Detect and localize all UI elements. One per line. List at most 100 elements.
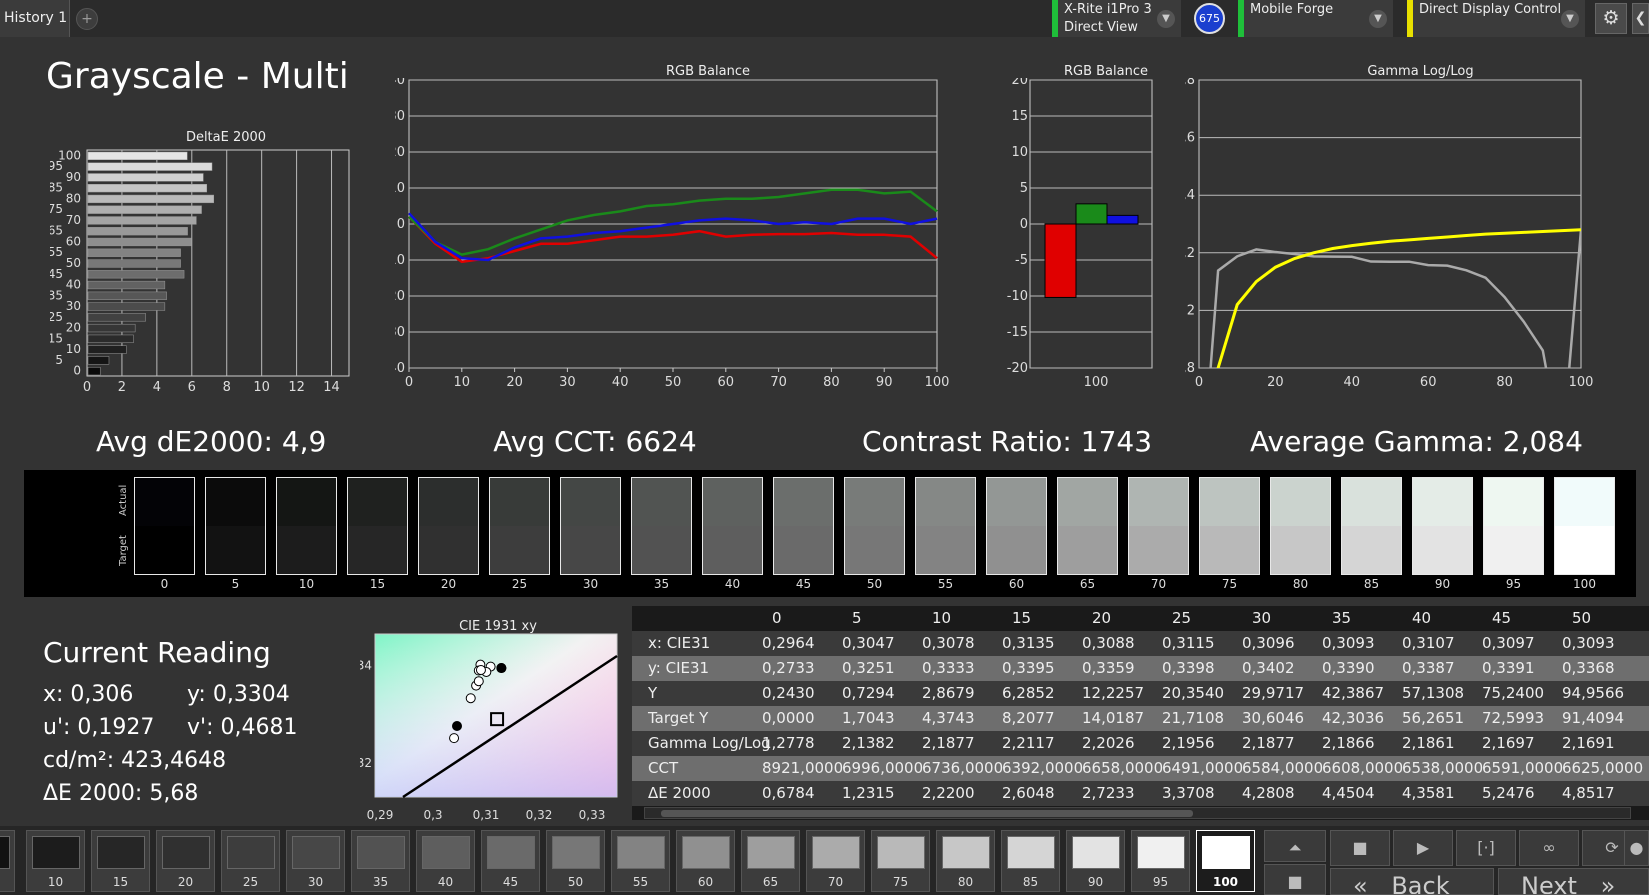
patch-80[interactable]: 80	[936, 830, 995, 892]
swatch-95[interactable]	[1483, 477, 1544, 575]
table-cell: 2,8679	[922, 684, 975, 702]
swatch-75[interactable]	[1199, 477, 1260, 575]
column-header[interactable]: 30	[1252, 606, 1271, 631]
swatch-55[interactable]	[915, 477, 976, 575]
scroll-up-button[interactable]: ⏶	[1264, 830, 1326, 862]
table-cell: 4,3581	[1402, 784, 1455, 802]
stop-button[interactable]: ■	[1330, 830, 1390, 866]
loop-button[interactable]: ∞	[1519, 830, 1579, 866]
column-header[interactable]: 45	[1492, 606, 1511, 631]
patch-label: 40	[437, 875, 454, 889]
patch-60[interactable]: 60	[676, 830, 735, 892]
x-tick-label: 0,29	[367, 808, 394, 822]
pattern-generator-selector[interactable]: Mobile Forge ▼	[1238, 0, 1393, 37]
swatch-85[interactable]	[1341, 477, 1402, 575]
column-header[interactable]: 5	[852, 606, 862, 631]
patch-65[interactable]: 65	[741, 830, 800, 892]
patch-50[interactable]: 50	[546, 830, 605, 892]
tab-history-1[interactable]: History 1	[0, 0, 70, 37]
gear-icon[interactable]: ⚙	[1595, 3, 1627, 34]
meter-badge[interactable]: 675	[1194, 3, 1225, 34]
patch-10[interactable]: 10	[26, 830, 85, 892]
rgb-bar-1	[1075, 203, 1108, 225]
patch-chip	[942, 836, 990, 869]
patch-55[interactable]: 55	[611, 830, 670, 892]
table-cell: 4,4504	[1322, 784, 1375, 802]
patch-45[interactable]: 45	[481, 830, 540, 892]
swatch-90[interactable]	[1412, 477, 1473, 575]
column-header[interactable]: 15	[1012, 606, 1031, 631]
patch-30[interactable]: 30	[286, 830, 345, 892]
swatch-15[interactable]	[347, 477, 408, 575]
patch-chip	[422, 836, 470, 869]
meter-selector[interactable]: X-Rite i1Pro 3 Direct View ▼	[1052, 0, 1181, 37]
column-header[interactable]: 50	[1572, 606, 1591, 631]
patch-5[interactable]	[0, 830, 15, 892]
patch-15[interactable]: 15	[91, 830, 150, 892]
patch-40[interactable]: 40	[416, 830, 475, 892]
row-label: Target Y	[648, 709, 709, 727]
swatch-80[interactable]	[1270, 477, 1331, 575]
patch-chip	[162, 836, 210, 869]
table-horizontal-scrollbar[interactable]	[644, 807, 1631, 819]
column-header[interactable]: 25	[1172, 606, 1191, 631]
swatch-40[interactable]	[702, 477, 763, 575]
next-button[interactable]: Next »	[1498, 868, 1649, 895]
patch-90[interactable]: 90	[1066, 830, 1125, 892]
chevron-down-icon[interactable]: ▼	[1369, 10, 1387, 28]
chevron-down-icon[interactable]: ▼	[1561, 10, 1579, 28]
swatch-65[interactable]	[1057, 477, 1118, 575]
table-cell: 4,2808	[1242, 784, 1295, 802]
table-cell: 30,6046	[1242, 709, 1305, 727]
table-cell: 2,2117	[1002, 734, 1055, 752]
patch-label: 75	[892, 875, 909, 889]
add-tab-button[interactable]: +	[76, 8, 98, 30]
chevron-down-icon[interactable]: ▼	[1157, 10, 1175, 28]
column-header[interactable]: 0	[772, 606, 782, 631]
patch-70[interactable]: 70	[806, 830, 865, 892]
patch-75[interactable]: 75	[871, 830, 930, 892]
patch-chip	[617, 836, 665, 869]
patch-35[interactable]: 35	[351, 830, 410, 892]
swatch-20[interactable]	[418, 477, 479, 575]
column-header[interactable]: 35	[1332, 606, 1351, 631]
column-header[interactable]: 20	[1092, 606, 1111, 631]
swatch-100[interactable]	[1554, 477, 1615, 575]
step-button[interactable]: [·]	[1456, 830, 1516, 866]
record-button[interactable]: ●	[1624, 830, 1649, 866]
swatch-10[interactable]	[276, 477, 337, 575]
row-label: Gamma Log/Log	[648, 734, 771, 752]
patch-85[interactable]: 85	[1001, 830, 1060, 892]
swatch-30[interactable]	[560, 477, 621, 575]
collapse-icon[interactable]: ❮	[1632, 3, 1649, 34]
patch-95[interactable]: 95	[1131, 830, 1190, 892]
scrollbar-thumb[interactable]	[661, 810, 1193, 817]
table-cell: 4,3743	[922, 709, 975, 727]
current-reading-title: Current Reading	[43, 636, 271, 669]
back-button[interactable]: « Back	[1330, 868, 1494, 895]
swatch-70[interactable]	[1128, 477, 1189, 575]
play-button[interactable]: ▶	[1393, 830, 1453, 866]
stop-toggle-button[interactable]: ■	[1264, 864, 1326, 895]
swatch-25[interactable]	[489, 477, 550, 575]
swatch-35[interactable]	[631, 477, 692, 575]
column-header[interactable]: 10	[932, 606, 951, 631]
table-cell: 0,3078	[922, 634, 975, 652]
x-tick-label: 0,3	[423, 808, 442, 822]
display-control-selector[interactable]: Direct Display Control ▼	[1407, 0, 1585, 37]
patch-100[interactable]: 100	[1196, 830, 1255, 892]
swatch-5[interactable]	[205, 477, 266, 575]
patch-label: 50	[567, 875, 584, 889]
patch-20[interactable]: 20	[156, 830, 215, 892]
swatch-50[interactable]	[844, 477, 905, 575]
column-header[interactable]: 40	[1412, 606, 1431, 631]
patch-label: 70	[827, 875, 844, 889]
swatch-45[interactable]	[773, 477, 834, 575]
patch-25[interactable]: 25	[221, 830, 280, 892]
patch-chip	[487, 836, 535, 869]
y-tick-label: 25	[50, 310, 63, 324]
table-cell: 6658,0000	[1082, 759, 1164, 777]
table-cell: 56,2651	[1402, 709, 1465, 727]
swatch-0[interactable]	[134, 477, 195, 575]
swatch-60[interactable]	[986, 477, 1047, 575]
